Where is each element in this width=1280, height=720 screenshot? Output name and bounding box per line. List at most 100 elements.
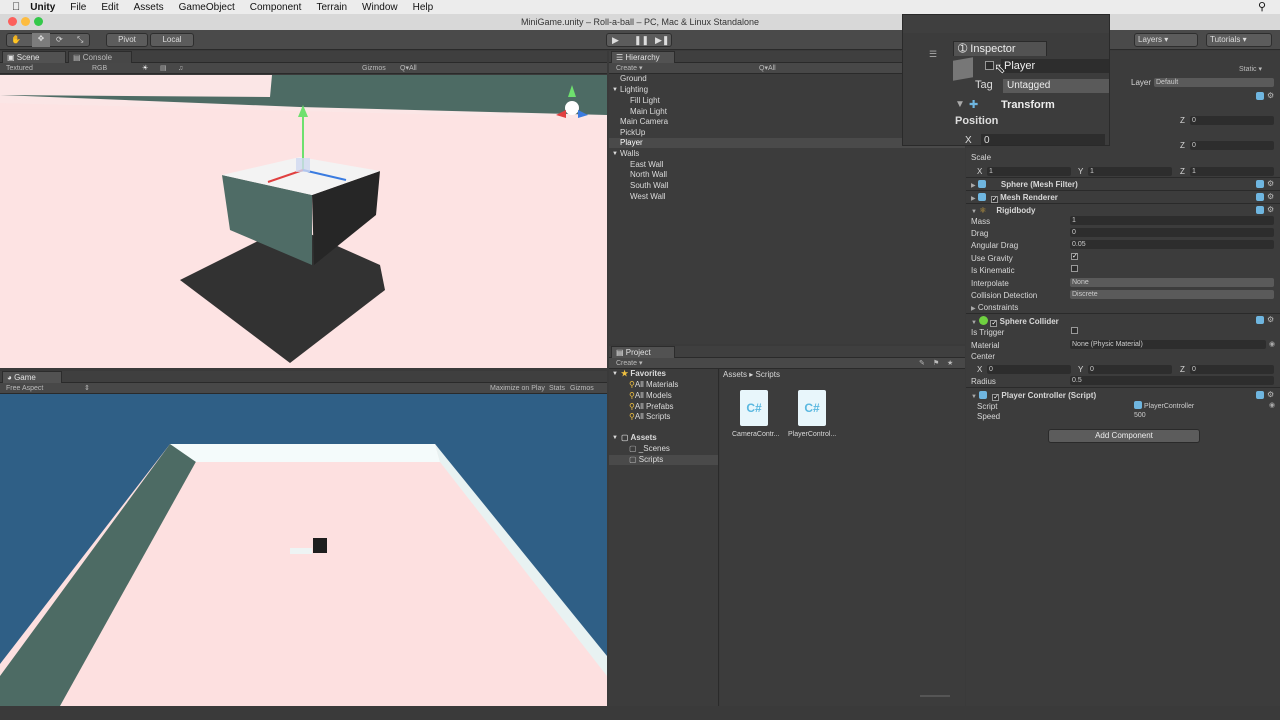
- center-y-field[interactable]: 0: [1088, 365, 1172, 374]
- rotation-z-field-2[interactable]: 0: [1190, 141, 1274, 150]
- aspect-dropdown[interactable]: Free Aspect: [6, 383, 43, 394]
- menu-terrain[interactable]: Terrain: [316, 2, 347, 13]
- audio-toggle-icon[interactable]: ♫: [178, 63, 183, 74]
- settings-gear-icon[interactable]: ⚙: [1267, 205, 1274, 214]
- favorites-header[interactable]: ▼ ★ Favorites: [609, 369, 718, 379]
- close-window-icon[interactable]: [8, 17, 17, 26]
- hierarchy-create-dropdown[interactable]: Create ▾: [616, 63, 642, 74]
- scene-viewport[interactable]: [0, 75, 607, 368]
- speed-field[interactable]: 500: [1132, 411, 1274, 420]
- layers-dropdown[interactable]: Layers ▾: [1134, 33, 1198, 47]
- favorite-item[interactable]: ⚲All Prefabs: [609, 402, 718, 412]
- expand-arrow-icon[interactable]: ▼: [971, 394, 977, 400]
- player-controller-header[interactable]: ▼ ✓ Player Controller (Script): [971, 391, 1096, 401]
- use-gravity-checkbox[interactable]: ✓: [1071, 253, 1078, 260]
- menu-component[interactable]: Component: [250, 2, 302, 13]
- static-dropdown[interactable]: Static ▾: [1239, 65, 1262, 73]
- favorite-icon[interactable]: ★: [947, 358, 953, 369]
- scale-z-field[interactable]: 1: [1190, 167, 1274, 176]
- hierarchy-item[interactable]: East Wall: [609, 160, 965, 170]
- center-z-field[interactable]: 0: [1190, 365, 1274, 374]
- collapse-arrow-icon[interactable]: ▶: [971, 306, 976, 312]
- menu-file[interactable]: File: [70, 2, 86, 13]
- tab-scene[interactable]: ▣ Scene: [2, 51, 66, 63]
- stats-toggle[interactable]: Stats: [549, 383, 565, 394]
- menu-gameobject[interactable]: GameObject: [179, 2, 235, 13]
- csharp-script-icon[interactable]: C#: [740, 390, 768, 426]
- help-icon[interactable]: [1256, 316, 1264, 324]
- lighting-toggle-icon[interactable]: ☀: [142, 63, 148, 74]
- rotate-tool-icon[interactable]: ⟳: [56, 34, 63, 46]
- settings-gear-icon[interactable]: ⚙: [1267, 315, 1274, 324]
- pivot-toggle[interactable]: Pivot: [106, 33, 148, 47]
- settings-gear-icon[interactable]: ⚙: [1267, 91, 1274, 100]
- breadcrumb-current[interactable]: Scripts: [756, 370, 780, 379]
- tab-inspector[interactable]: ➀ Inspector: [953, 41, 1047, 56]
- settings-gear-icon[interactable]: ⚙: [1267, 192, 1274, 201]
- settings-gear-icon[interactable]: ⚙: [1267, 179, 1274, 188]
- file-label[interactable]: CameraContr...: [732, 431, 779, 438]
- expand-arrow-icon[interactable]: ▼: [612, 149, 618, 159]
- scale-x-field[interactable]: 1: [987, 167, 1071, 176]
- project-create-dropdown[interactable]: Create ▾: [616, 358, 642, 369]
- menu-edit[interactable]: Edit: [101, 2, 118, 13]
- maximize-on-play-toggle[interactable]: Maximize on Play: [490, 383, 545, 394]
- hierarchy-item[interactable]: North Wall: [609, 170, 965, 180]
- asset-folder-selected[interactable]: ▢ Scripts: [609, 455, 718, 465]
- mesh-renderer-enabled-checkbox[interactable]: ✓: [990, 196, 998, 203]
- help-icon[interactable]: [1256, 391, 1264, 399]
- tutorials-dropdown[interactable]: Tutorials ▾: [1206, 33, 1272, 47]
- aspect-dropdown-arrow[interactable]: ⇕: [84, 383, 90, 394]
- object-picker-icon[interactable]: ◉: [1269, 401, 1275, 409]
- sphere-collider-enabled-checkbox[interactable]: ✓: [990, 320, 998, 327]
- rigidbody-header[interactable]: ▼ ⚛ Rigidbody: [971, 206, 1035, 215]
- radius-field[interactable]: 0.5: [1070, 376, 1274, 385]
- panel-menu-icon[interactable]: ☰: [929, 49, 937, 60]
- render-mode-dropdown[interactable]: Textured: [6, 63, 33, 74]
- asset-folder[interactable]: ▢ _Scenes: [609, 444, 718, 454]
- hierarchy-item[interactable]: ▼ Walls: [609, 149, 965, 159]
- menu-help[interactable]: Help: [413, 2, 434, 13]
- help-icon[interactable]: [1256, 193, 1264, 201]
- is-trigger-checkbox[interactable]: [1071, 327, 1078, 334]
- local-toggle[interactable]: Local: [150, 33, 194, 47]
- tab-project[interactable]: ▤ Project: [611, 346, 675, 358]
- mass-field[interactable]: 1: [1070, 216, 1274, 225]
- help-icon[interactable]: [1256, 206, 1264, 214]
- interpolate-dropdown[interactable]: None: [1070, 278, 1274, 287]
- pause-icon[interactable]: ❚❚: [634, 34, 649, 46]
- color-mode-dropdown[interactable]: RGB: [92, 63, 107, 74]
- minimize-window-icon[interactable]: [21, 17, 30, 26]
- filter-by-label-icon[interactable]: ⚑: [933, 358, 939, 369]
- constraints-foldout[interactable]: ▶ Constraints: [971, 303, 1018, 312]
- player-controller-enabled-checkbox[interactable]: ✓: [992, 394, 1000, 401]
- mesh-renderer-header[interactable]: ▶ ✓ Mesh Renderer: [971, 193, 1058, 203]
- object-name-input[interactable]: Player: [1001, 59, 1109, 73]
- tab-game[interactable]: ◕ Game: [2, 371, 62, 383]
- game-viewport[interactable]: [0, 394, 607, 706]
- expand-arrow-icon[interactable]: ▼: [612, 85, 618, 95]
- tag-dropdown[interactable]: Untagged: [1003, 79, 1109, 93]
- collapse-arrow-icon[interactable]: ▶: [971, 196, 976, 202]
- collision-detection-dropdown[interactable]: Discrete: [1070, 290, 1274, 299]
- expand-arrow-icon[interactable]: ▼: [612, 369, 618, 379]
- hierarchy-item[interactable]: West Wall: [609, 192, 965, 202]
- expand-arrow-icon[interactable]: ▼: [955, 99, 965, 110]
- tab-hierarchy[interactable]: ☰ Hierarchy: [611, 51, 675, 63]
- scene-search-input[interactable]: Q▾All: [400, 63, 417, 74]
- hand-tool-icon[interactable]: ✋: [11, 34, 21, 46]
- script-field[interactable]: PlayerController: [1132, 401, 1266, 410]
- menu-assets[interactable]: Assets: [134, 2, 164, 13]
- play-icon[interactable]: ▶: [612, 34, 619, 46]
- zoom-window-icon[interactable]: [34, 17, 43, 26]
- layer-dropdown[interactable]: Default: [1154, 78, 1274, 87]
- tab-console[interactable]: ▤ Console: [68, 51, 132, 63]
- drag-field[interactable]: 0: [1070, 228, 1274, 237]
- rotation-z-field[interactable]: 0: [1190, 116, 1274, 125]
- hierarchy-search-input[interactable]: Q▾All: [759, 63, 776, 74]
- hierarchy-item[interactable]: South Wall: [609, 181, 965, 191]
- icon-size-slider[interactable]: [920, 695, 950, 697]
- settings-gear-icon[interactable]: ⚙: [1267, 390, 1274, 399]
- sphere-collider-header[interactable]: ▼ ✓ Sphere Collider: [971, 316, 1059, 327]
- help-icon[interactable]: [1256, 92, 1264, 100]
